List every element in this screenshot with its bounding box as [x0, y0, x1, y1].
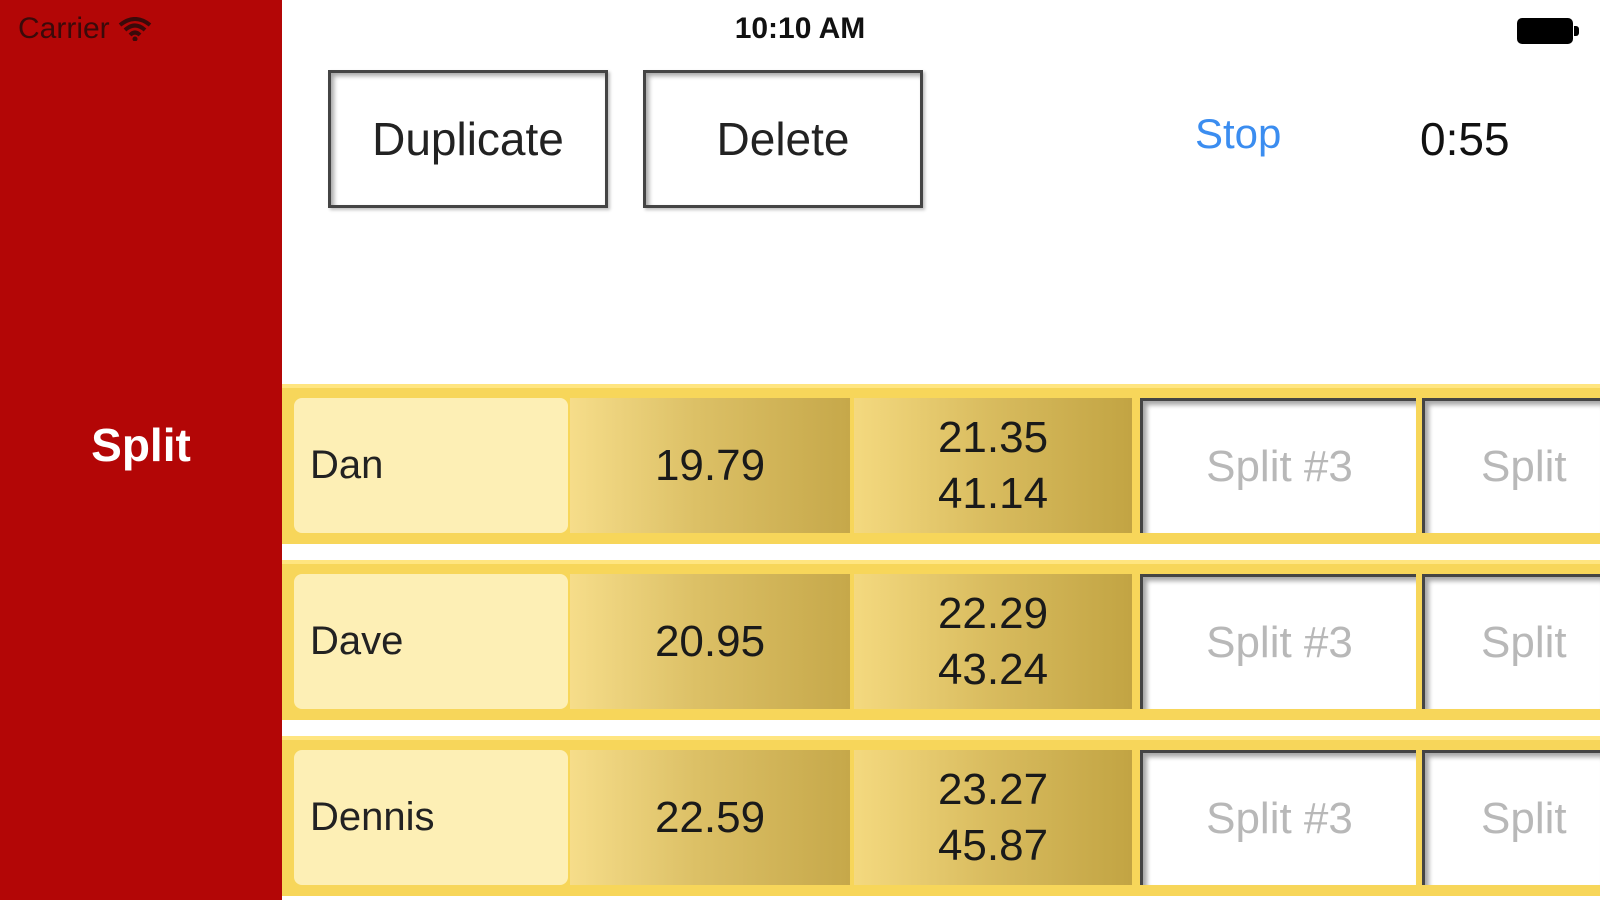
- split-2-lap: 21.35: [937, 412, 1049, 462]
- runner-row: Dave 20.95 22.29 43.24 Split #3 Split: [282, 560, 1600, 720]
- duplicate-button[interactable]: Duplicate: [328, 70, 608, 208]
- split-1-value[interactable]: 19.79: [570, 398, 850, 533]
- split-4-input[interactable]: Split: [1422, 750, 1600, 885]
- runner-row: Dennis 22.59 23.27 45.87 Split #3 Split: [282, 736, 1600, 896]
- delete-button[interactable]: Delete: [643, 70, 923, 208]
- split-2-cell[interactable]: 22.29 43.24: [854, 574, 1132, 709]
- stop-button[interactable]: Stop: [1195, 110, 1281, 158]
- split-3-input[interactable]: Split #3: [1140, 574, 1416, 709]
- split-2-cell[interactable]: 21.35 41.14: [854, 398, 1132, 533]
- split-4-input[interactable]: Split: [1422, 574, 1600, 709]
- split-2-total: 45.87: [937, 820, 1049, 870]
- runner-list: Dan 19.79 21.35 41.14 Split #3 Split Dav…: [282, 384, 1600, 900]
- sidebar: Carrier Split: [0, 0, 282, 900]
- split-1-value[interactable]: 22.59: [570, 750, 850, 885]
- split-3-input[interactable]: Split #3: [1140, 398, 1416, 533]
- runner-name[interactable]: Dave: [294, 574, 568, 709]
- split-2-lap: 23.27: [937, 764, 1049, 814]
- split-3-input[interactable]: Split #3: [1140, 750, 1416, 885]
- sidebar-title[interactable]: Split: [0, 418, 282, 472]
- status-carrier: Carrier: [18, 12, 152, 46]
- split-4-input[interactable]: Split: [1422, 398, 1600, 533]
- split-2-total: 43.24: [937, 644, 1049, 694]
- split-2-lap: 22.29: [937, 588, 1049, 638]
- battery-icon: [1517, 18, 1579, 44]
- runner-row: Dan 19.79 21.35 41.14 Split #3 Split: [282, 384, 1600, 544]
- split-2-cell[interactable]: 23.27 45.87: [854, 750, 1132, 885]
- runner-name[interactable]: Dan: [294, 398, 568, 533]
- wifi-icon: [118, 17, 151, 41]
- split-2-total: 41.14: [937, 468, 1049, 518]
- split-1-value[interactable]: 20.95: [570, 574, 850, 709]
- timer-display: 0:55: [1420, 113, 1510, 165]
- carrier-label: Carrier: [18, 12, 110, 45]
- runner-name[interactable]: Dennis: [294, 750, 568, 885]
- status-time: 10:10 AM: [734, 12, 866, 45]
